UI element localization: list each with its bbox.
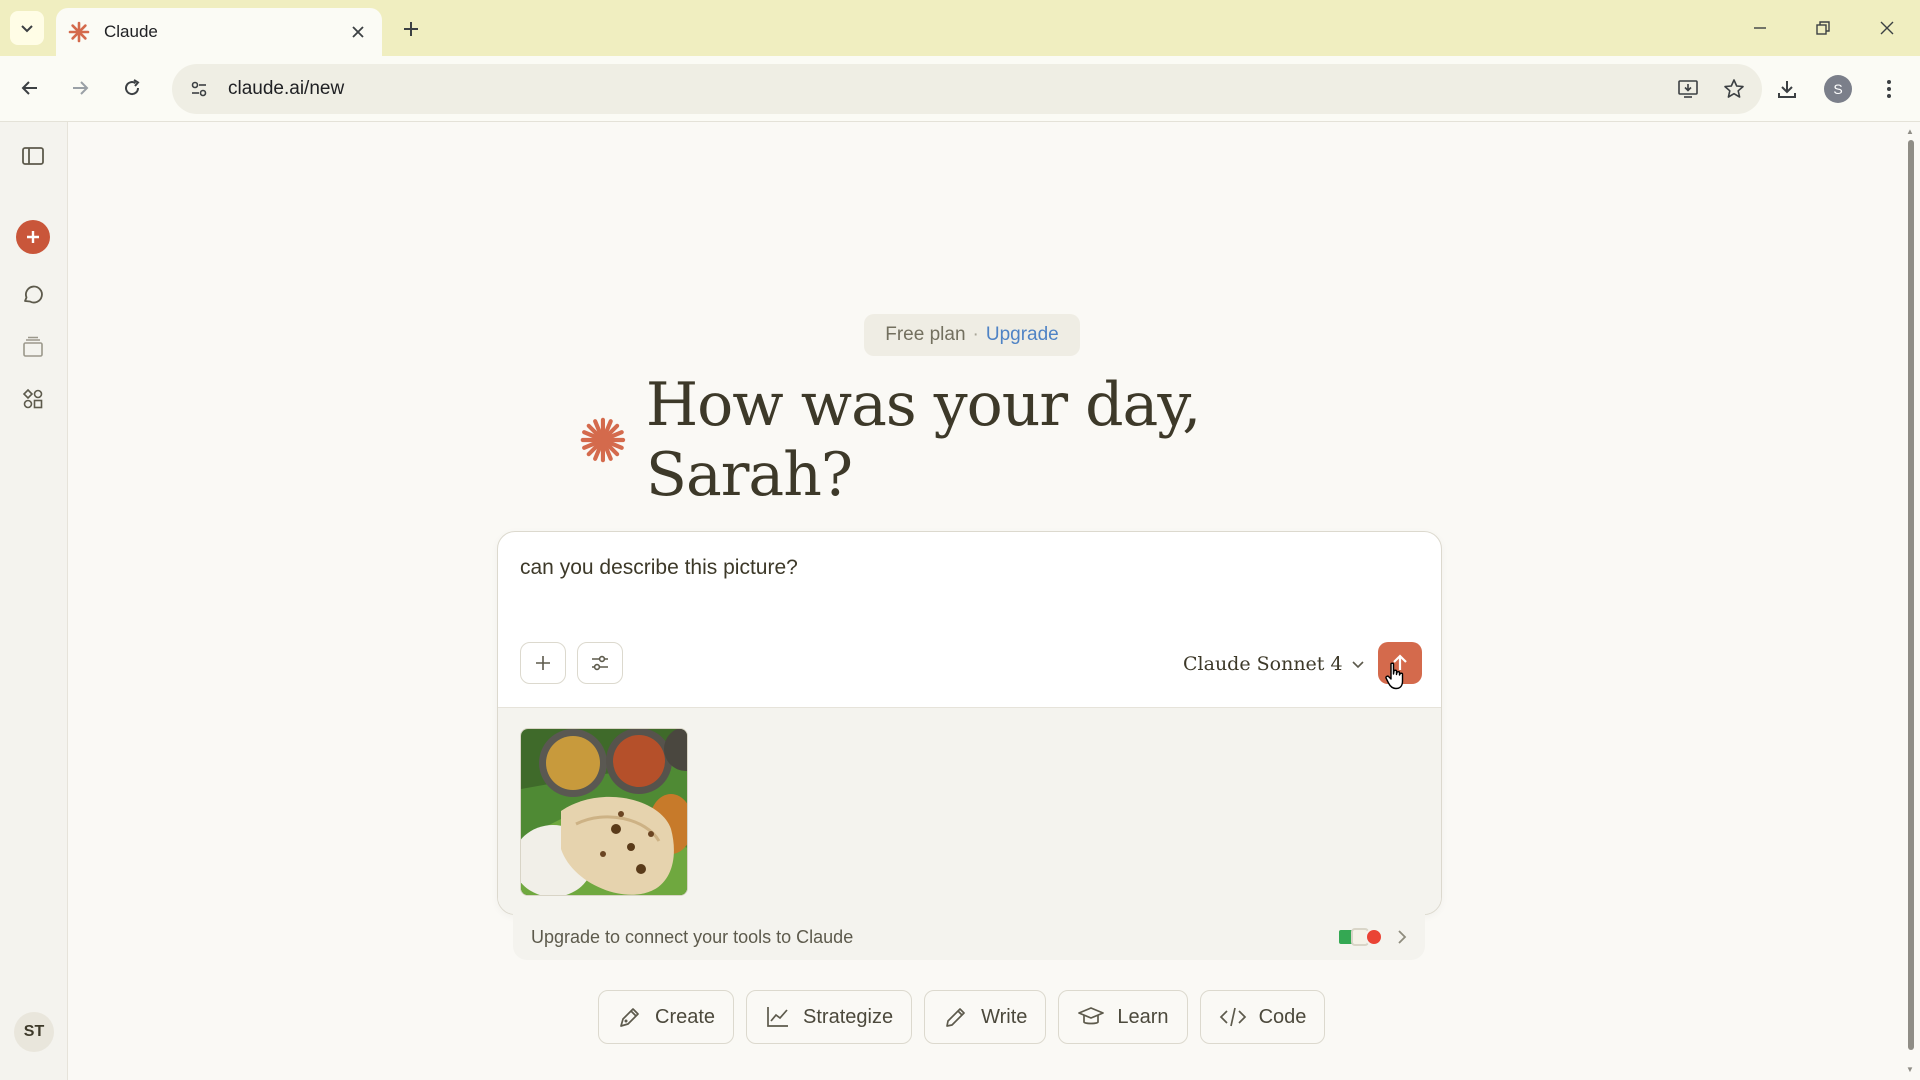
chrome-logo-icon: [1365, 928, 1383, 946]
plan-label: Free plan: [885, 324, 966, 345]
food-photo-image: [521, 729, 687, 895]
chip-strategize[interactable]: Strategize: [746, 990, 913, 1044]
reload-icon: [125, 79, 140, 96]
profile-button[interactable]: S: [1819, 70, 1857, 108]
minimize-icon: [1754, 27, 1766, 29]
prompt-input[interactable]: can you describe this picture?: [520, 556, 798, 580]
chat-composer: can you describe this picture? Claude So…: [497, 531, 1442, 915]
close-icon: [1880, 21, 1894, 35]
chats-icon: [24, 285, 43, 304]
code-icon: [1219, 1007, 1246, 1027]
create-icon: [620, 1008, 639, 1027]
reload-button[interactable]: [114, 70, 150, 106]
restore-button[interactable]: [1803, 10, 1843, 46]
sliders-icon: [592, 655, 608, 671]
connect-tools-banner[interactable]: Upgrade to connect your tools to Claude: [513, 914, 1425, 960]
chevron-right-icon: [1398, 930, 1407, 944]
model-name: Claude Sonnet 4: [1183, 653, 1343, 675]
new-chat-circle: [16, 220, 50, 254]
tab-strip: Claude: [0, 0, 1920, 56]
chip-code[interactable]: Code: [1199, 990, 1326, 1044]
tab-title: Claude: [104, 22, 158, 41]
plus-icon: [404, 22, 418, 36]
attached-image-thumbnail[interactable]: [520, 728, 688, 896]
plus-icon: [27, 231, 39, 243]
scroll-down-arrow[interactable]: ▼: [1904, 1064, 1916, 1074]
close-tab-icon[interactable]: [346, 20, 370, 44]
greeting-text: How was your day, Sarah?: [645, 370, 1201, 510]
browser-menu-button[interactable]: [1870, 70, 1908, 108]
sidebar-toggle-icon: [22, 147, 44, 165]
add-attachment-button[interactable]: [520, 642, 566, 684]
upgrade-link[interactable]: Upgrade: [986, 324, 1059, 346]
scroll-up-arrow[interactable]: ▲: [1904, 126, 1916, 136]
chip-learn[interactable]: Learn: [1058, 990, 1188, 1044]
attachments-area: [498, 707, 1441, 914]
new-tab-button[interactable]: [396, 14, 426, 44]
tools-settings-button[interactable]: [577, 642, 623, 684]
chip-create[interactable]: Create: [598, 990, 735, 1044]
restore-icon: [1816, 21, 1830, 35]
bookmark-star-icon[interactable]: [1716, 71, 1752, 107]
install-app-icon[interactable]: [1670, 71, 1706, 107]
address-bar[interactable]: claude.ai/new: [172, 64, 1762, 114]
sidebar-item-chats[interactable]: [14, 276, 52, 314]
plan-badge: Free plan · Upgrade: [864, 314, 1080, 356]
page-scrollbar-thumb[interactable]: [1908, 140, 1914, 1050]
more-vertical-icon: [1887, 80, 1891, 98]
plan-separator: ·: [972, 324, 979, 345]
chevron-down-icon: [21, 25, 33, 33]
connect-tools-text: Upgrade to connect your tools to Claude: [531, 926, 854, 947]
tool-logos: [1337, 928, 1383, 946]
chip-label: Code: [1258, 1005, 1307, 1028]
user-avatar[interactable]: ST: [14, 1012, 54, 1052]
suggestion-chips: Create Strategize Write Learn Code: [598, 990, 1337, 1044]
sidebar-item-projects[interactable]: [14, 328, 52, 366]
chart-line-icon: [767, 1007, 789, 1027]
artifacts-icon: [22, 388, 43, 409]
profile-avatar: S: [1824, 75, 1852, 103]
chevron-down-icon: [1351, 661, 1364, 669]
sidebar-toggle-button[interactable]: [14, 137, 52, 175]
projects-icon: [23, 336, 43, 357]
close-window-button[interactable]: [1867, 10, 1907, 46]
graduation-cap-icon: [1078, 1007, 1105, 1025]
tab-search-button[interactable]: [10, 11, 44, 45]
arrow-left-icon: [21, 81, 37, 95]
sidebar-item-artifacts[interactable]: [14, 380, 52, 418]
downloads-button[interactable]: [1768, 70, 1806, 108]
claude-logo-icon: [68, 21, 90, 43]
minimize-button[interactable]: [1740, 10, 1780, 46]
chip-label: Strategize: [803, 1005, 894, 1028]
browser-tab[interactable]: Claude: [56, 8, 382, 56]
chip-label: Write: [981, 1005, 1028, 1028]
chip-label: Learn: [1117, 1005, 1169, 1028]
mouse-cursor-icon: [1385, 662, 1404, 690]
arrow-right-icon: [73, 81, 89, 95]
chip-write[interactable]: Write: [924, 990, 1047, 1044]
sidebar: ST: [0, 122, 68, 1080]
browser-toolbar: claude.ai/new S: [0, 56, 1920, 122]
pen-icon: [946, 1008, 965, 1027]
site-info-icon[interactable]: [182, 72, 216, 106]
chip-label: Create: [655, 1005, 716, 1028]
model-selector[interactable]: Claude Sonnet 4: [1183, 648, 1365, 680]
back-button[interactable]: [12, 70, 48, 106]
greeting: How was your day, Sarah?: [580, 370, 1360, 510]
forward-button[interactable]: [62, 70, 98, 106]
url-text[interactable]: claude.ai/new: [228, 78, 1670, 100]
plus-icon: [536, 656, 550, 670]
new-chat-button[interactable]: [14, 218, 52, 256]
claude-spark-icon: [580, 417, 626, 463]
download-icon: [1778, 81, 1796, 98]
